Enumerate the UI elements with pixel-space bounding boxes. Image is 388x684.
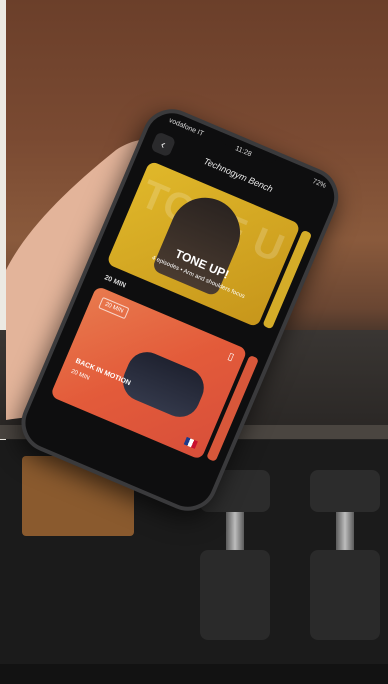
dumbbell-head [310,470,380,512]
card-duration-tag: 20 MIN [98,296,130,320]
dumbbell-handle [226,512,244,552]
bookmark-icon[interactable]: ▯ [226,351,235,363]
battery-label: 72% [311,177,327,190]
floor [0,664,388,684]
uk-flag-icon [183,436,198,449]
phone-device: vodafone IT 11:28 72% ‹ Technogym Bench … [12,100,348,521]
back-button[interactable]: ‹ [150,131,177,158]
dumbbell-right [310,470,380,640]
photo-scene: vodafone IT 11:28 72% ‹ Technogym Bench … [0,0,388,684]
dumbbell-handle [336,512,354,552]
dumbbell-base [310,550,380,640]
card-meta: 20 MIN [70,368,91,382]
card-athlete-image [116,345,211,424]
phone-container: vodafone IT 11:28 72% ‹ Technogym Bench … [12,40,388,521]
dumbbell-base [200,550,270,640]
section-label: 20 MIN [103,274,127,290]
